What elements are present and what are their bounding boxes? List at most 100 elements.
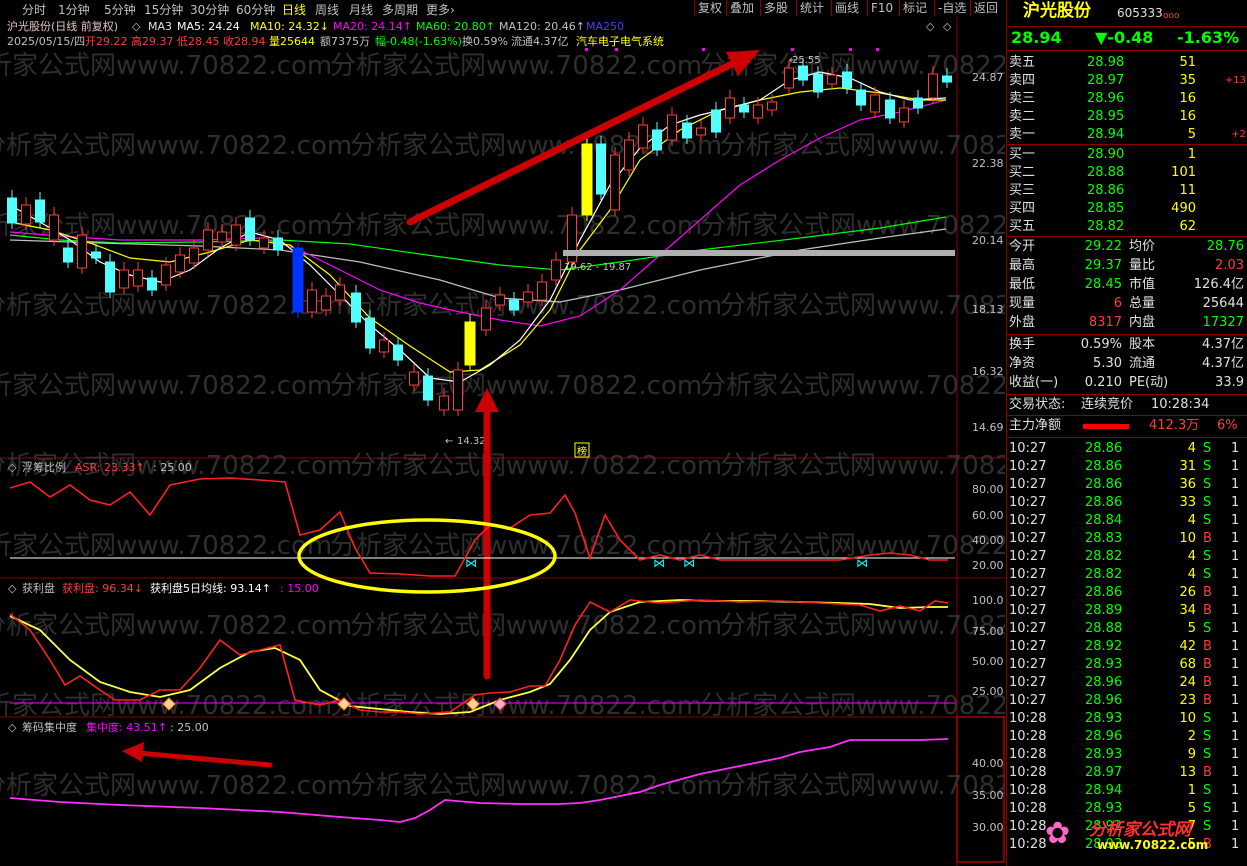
tick-row[interactable]: 10:28 28.96 2 S 1 [1007, 728, 1247, 746]
bid-row[interactable]: 买三 28.86 11 [1007, 182, 1247, 200]
tick-price: 28.96 [1085, 729, 1123, 744]
period-tab-30min[interactable]: 30分钟 [190, 1, 229, 18]
period-tab-1min[interactable]: 1分钟 [58, 1, 90, 18]
tick-time: 10:27 [1009, 585, 1047, 600]
tick-row[interactable]: 10:27 28.88 5 S 1 [1007, 620, 1247, 638]
back-button[interactable]: 返回 [970, 0, 1001, 16]
price-tick: 20.14 [972, 234, 1004, 247]
tick-row[interactable]: 10:27 28.83 10 B 1 [1007, 530, 1247, 548]
candle-body [767, 101, 777, 111]
watermark-text: 分析家公式网www.70822.com [700, 531, 1005, 561]
stat-label: 现量 [1009, 296, 1036, 311]
bid-row[interactable]: 买五 28.82 62 [1007, 218, 1247, 236]
ind2-tick: 50.00 [972, 655, 1004, 668]
self-select-button[interactable]: -自选 [934, 0, 969, 16]
stat-label: 换手 [1009, 337, 1036, 352]
period-tab-more[interactable]: 更多› [426, 1, 455, 18]
period-tab-fenshi[interactable]: 分时 [22, 1, 46, 18]
stats-row: 收益(一) 0.210 PE(动) 33.9 [1007, 374, 1247, 392]
overlay-button[interactable]: 叠加 [726, 0, 757, 16]
ind1-tick: 40.00 [972, 534, 1004, 547]
period-tab-15min[interactable]: 15分钟 [144, 1, 183, 18]
period-tab-multi[interactable]: 多周期 [382, 1, 418, 18]
tick-row[interactable]: 10:27 28.82 4 S 1 [1007, 566, 1247, 584]
period-tab-5min[interactable]: 5分钟 [104, 1, 136, 18]
ask-label: 卖一 [1009, 127, 1036, 142]
watermark-text: 分析家公式网www.70822.com [720, 451, 1005, 481]
tick-volume: 13 [1179, 765, 1196, 780]
tick-direction: B [1203, 765, 1212, 780]
candle-body [624, 139, 634, 171]
tick-volume: 36 [1179, 477, 1196, 492]
period-tab-monthly[interactable]: 月线 [349, 1, 373, 18]
bid-price: 28.88 [1087, 165, 1125, 180]
tick-count: 1 [1231, 729, 1240, 744]
draw-line-button[interactable]: 画线 [831, 0, 862, 16]
ask-row[interactable]: 卖三 28.96 16 [1007, 90, 1247, 108]
price-tick: 14.69 [972, 421, 1004, 434]
site-logo: ✿ 分析家公式网 www.70822.com [1037, 812, 1247, 866]
period-tab-daily[interactable]: 日线 [282, 1, 306, 18]
tick-row[interactable]: 10:27 28.86 33 S 1 [1007, 494, 1247, 512]
candle-body [21, 204, 31, 225]
tick-row[interactable]: 10:28 28.93 9 S 1 [1007, 746, 1247, 764]
stats-button[interactable]: 统计 [796, 0, 827, 16]
price-change: ▼-0.48 [1095, 28, 1154, 47]
stock-name: 沪光股份 [1023, 1, 1091, 21]
stat-label: 收益(一) [1009, 375, 1059, 390]
tick-row[interactable]: 10:27 28.82 4 S 1 [1007, 548, 1247, 566]
tick-row[interactable]: 10:27 28.93 68 B 1 [1007, 656, 1247, 674]
tick-price: 28.88 [1085, 621, 1123, 636]
watermark-text: 分析家公式网www.70822.com [350, 771, 722, 801]
tick-row[interactable]: 10:27 28.96 24 B 1 [1007, 674, 1247, 692]
ask-volume: 16 [1179, 91, 1196, 106]
ask-row[interactable]: 卖五 28.98 51 [1007, 54, 1247, 72]
ind2-level-label: : 15.00 [280, 582, 319, 595]
candle-body [203, 229, 213, 251]
stat-value: 28.76 [1206, 239, 1244, 254]
tick-row[interactable]: 10:27 28.86 26 B 1 [1007, 584, 1247, 602]
tick-row[interactable]: 10:28 28.93 10 S 1 [1007, 710, 1247, 728]
ask-row[interactable]: 卖一 28.94 5 +2 [1007, 126, 1247, 144]
multi-stock-button[interactable]: 多股 [760, 0, 791, 16]
tick-direction: S [1203, 549, 1212, 564]
tick-row[interactable]: 10:27 28.84 4 S 1 [1007, 512, 1247, 530]
bid-row[interactable]: 买四 28.85 490 [1007, 200, 1247, 218]
ask-row[interactable]: 卖二 28.95 16 [1007, 108, 1247, 126]
low-price-annotation: 14.32 [457, 436, 486, 447]
ind1-level-label: : 25.00 [153, 461, 192, 474]
ma5-label: MA5: 24.24 [177, 20, 240, 33]
tick-row[interactable]: 10:27 28.86 36 S 1 [1007, 476, 1247, 494]
period-tab-60min[interactable]: 60分钟 [236, 1, 275, 18]
tick-row[interactable]: 10:27 28.89 34 B 1 [1007, 602, 1247, 620]
stat-value: 28.45 [1084, 277, 1122, 292]
stat-value: 5.30 [1093, 356, 1122, 371]
stat-label: 量比 [1129, 258, 1156, 273]
mark-button[interactable]: 标记 [899, 0, 930, 16]
tick-count: 1 [1231, 495, 1240, 510]
stats-row: 净资 5.30 流通 4.37亿 [1007, 355, 1247, 373]
tick-time: 10:27 [1009, 549, 1047, 564]
ind3-tick: 40.00 [972, 757, 1004, 770]
candle-body [827, 74, 837, 85]
tick-volume: 33 [1179, 495, 1196, 510]
tick-row[interactable]: 10:28 28.97 13 B 1 [1007, 764, 1247, 782]
tick-row[interactable]: 10:27 28.86 31 S 1 [1007, 458, 1247, 476]
fuquan-button[interactable]: 复权 [694, 0, 725, 16]
tick-row[interactable]: 10:27 28.86 4 S 1 [1007, 440, 1247, 458]
kline-chart-area[interactable]: 分析家公式网www.70822.com 分析家公式网www.70822.com 分析… [0, 17, 1005, 866]
candle-body [798, 65, 808, 81]
tick-row[interactable]: 10:27 28.96 23 B 1 [1007, 692, 1247, 710]
f10-button[interactable]: F10 [867, 0, 896, 16]
tick-price: 28.93 [1085, 747, 1123, 762]
ask-label: 卖二 [1009, 109, 1036, 124]
bid-volume: 1 [1187, 147, 1196, 162]
bid-row[interactable]: 买二 28.88 101 [1007, 164, 1247, 182]
bid-row[interactable]: 买一 28.90 1 [1007, 146, 1247, 164]
tick-row[interactable]: 10:27 28.92 42 B 1 [1007, 638, 1247, 656]
period-tab-weekly[interactable]: 周线 [315, 1, 339, 18]
stock-code-suffix: ooo [1163, 11, 1180, 21]
tick-row[interactable]: 10:28 28.94 1 S 1 [1007, 782, 1247, 800]
tick-volume: 5 [1187, 621, 1196, 636]
ask-row[interactable]: 卖四 28.97 35 +13 [1007, 72, 1247, 90]
